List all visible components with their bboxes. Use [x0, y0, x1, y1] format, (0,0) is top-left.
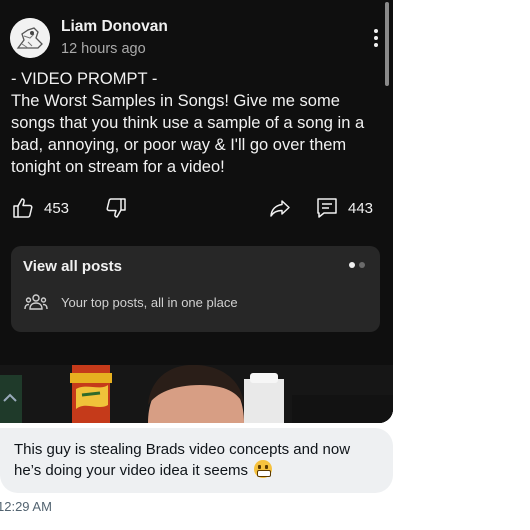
- post-actions: 453 443: [0, 194, 393, 222]
- post-line: The Worst Samples in Songs! Give me some: [11, 92, 340, 110]
- dislike-button[interactable]: [104, 194, 128, 222]
- author-name[interactable]: Liam Donovan: [61, 18, 168, 36]
- post-line: tonight on stream for a video!: [11, 158, 225, 176]
- promo-title: View all posts: [23, 258, 122, 275]
- like-button[interactable]: 453: [11, 194, 69, 222]
- thumbs-down-icon: [106, 198, 126, 218]
- video-thumbnail[interactable]: [0, 365, 393, 423]
- comment-icon: [317, 198, 337, 218]
- community-post-embed[interactable]: Liam Donovan 12 hours ago - VIDEO PROMPT…: [0, 0, 393, 423]
- view-all-posts-card[interactable]: View all posts Your top posts, all in on…: [11, 246, 380, 332]
- grimacing-face-icon: [254, 460, 273, 478]
- carousel-dots: [349, 262, 365, 268]
- post-line: bad, annoying, or poor way & I'll go ove…: [11, 136, 347, 154]
- post-line: - VIDEO PROMPT -: [11, 70, 158, 88]
- avatar[interactable]: [10, 18, 50, 58]
- message-line: This guy is stealing Brads video concept…: [14, 441, 351, 458]
- message-text: he’s doing your video idea it seems: [14, 462, 249, 479]
- post-line: songs that you think use a sample of a s…: [11, 114, 365, 132]
- message-timestamp: 12:29 AM: [0, 499, 52, 514]
- people-icon: [24, 294, 48, 310]
- message-bubble[interactable]: This guy is stealing Brads video concept…: [0, 428, 393, 493]
- thumbs-up-icon: [13, 198, 33, 218]
- promo-subtitle: Your top posts, all in one place: [61, 295, 238, 310]
- post-body: - VIDEO PROMPT - The Worst Samples in So…: [11, 68, 386, 178]
- share-icon: [270, 200, 290, 217]
- comment-button[interactable]: 443: [315, 194, 373, 222]
- like-count: 453: [44, 199, 70, 217]
- message-line-2: he’s doing your video idea it seems: [14, 460, 379, 481]
- comment-count: 443: [348, 199, 374, 217]
- share-button[interactable]: [268, 194, 292, 222]
- more-vertical-icon[interactable]: [366, 26, 386, 50]
- post-time: 12 hours ago: [61, 41, 146, 57]
